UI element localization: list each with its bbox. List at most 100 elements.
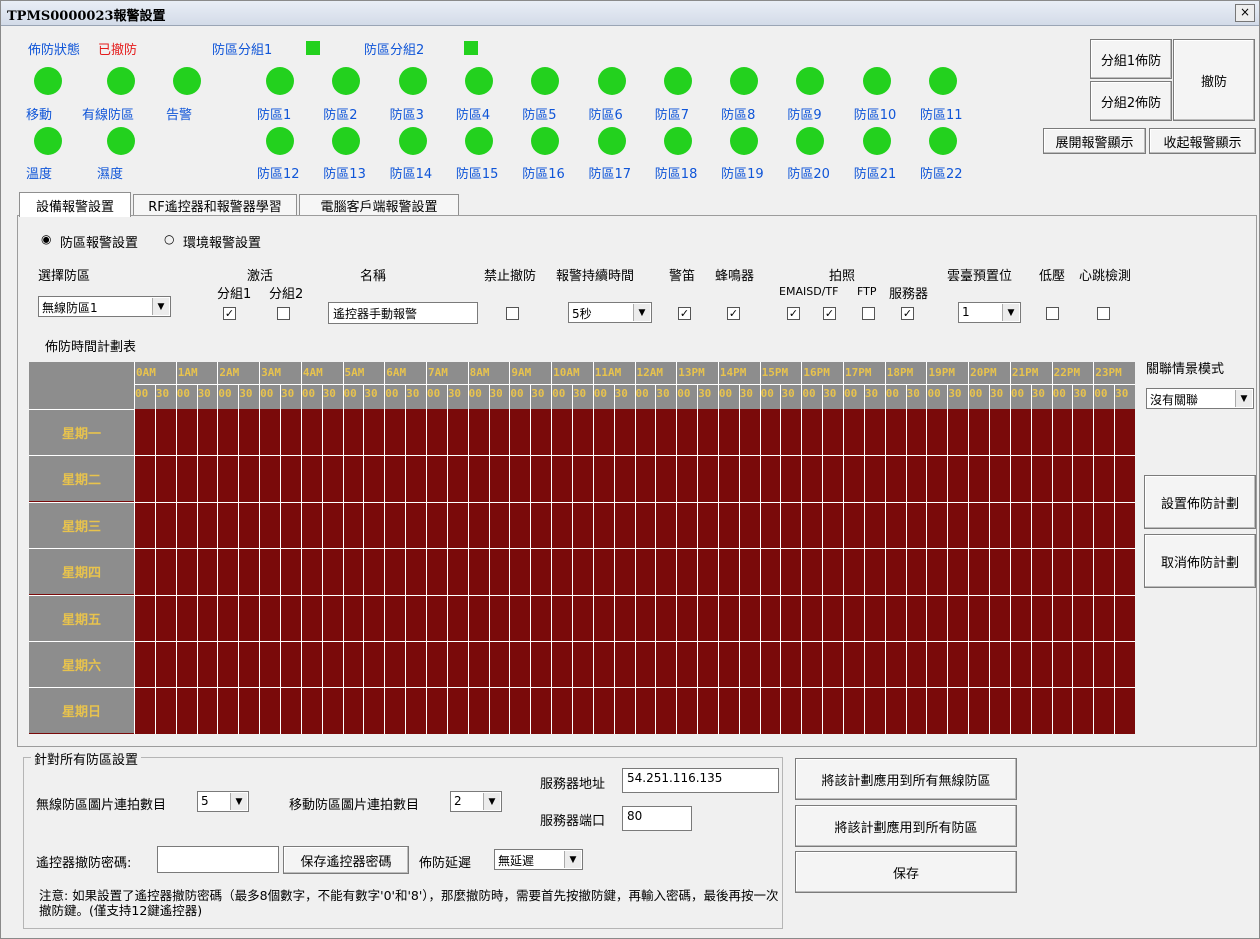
close-button[interactable]: × [1235, 4, 1255, 22]
header-col-line [217, 362, 219, 409]
schedule-header: 0AM 00 30 1AM 00 30 2AM 00 30 3AM 00 30 4AM 00 30 5AM 00… [29, 362, 1135, 409]
grid-col-line [196, 409, 198, 734]
env-alarm-radio[interactable]: ○ [164, 232, 174, 246]
save-remote-password-button[interactable]: 保存遙控器密碼 [283, 846, 409, 874]
collapse-alarm-display-button[interactable]: 收起報警顯示 [1149, 128, 1256, 154]
minute-label: 30 [823, 387, 837, 400]
minute-label: 30 [1073, 387, 1087, 400]
minute-label: 00 [1052, 387, 1066, 400]
save-button[interactable]: 保存 [795, 851, 1017, 893]
arm-status-label: 佈防狀態 [28, 43, 81, 58]
sd-tf-checkbox[interactable]: ✓ [823, 307, 836, 320]
low-voltage-checkbox[interactable] [1046, 307, 1059, 320]
group2-checkbox[interactable] [277, 307, 290, 320]
minute-label: 30 [739, 387, 754, 400]
header-col-line [175, 362, 177, 409]
scene-mode-select[interactable]: 沒有關聯 ▼ [1146, 388, 1254, 409]
server-address-input[interactable]: 54.251.116.135 [622, 768, 779, 793]
disarm-button[interactable]: 撤防 [1173, 39, 1255, 121]
header-col-line [968, 362, 970, 409]
zone-label: 防區18 [654, 167, 698, 182]
minute-label: 30 [406, 387, 420, 400]
grid-col-line [1072, 409, 1074, 734]
header-col-line [321, 384, 323, 409]
hour-label: 10AM [553, 366, 580, 379]
minute-label: 00 [593, 387, 608, 400]
arm-schedule-grid[interactable]: 0AM 00 30 1AM 00 30 2AM 00 30 3AM 00 30 4AM 00 30 5AM 00… [29, 362, 1135, 734]
buzzer-checkbox[interactable]: ✓ [727, 307, 740, 320]
header-col-line [467, 362, 469, 409]
grid-col-line [1030, 409, 1032, 734]
grid-col-line [1114, 409, 1116, 734]
zone-label: 防區22 [920, 167, 963, 182]
minute-label: 00 [468, 387, 482, 400]
grid-col-line [947, 409, 949, 734]
chevron-down-icon: ▼ [230, 793, 247, 810]
header-col-line [1072, 384, 1074, 409]
header-col-line [655, 384, 657, 409]
header-col-line [801, 362, 803, 409]
apply-all-wireless-zones-button[interactable]: 將該計劃應用到所有無線防區 [795, 758, 1017, 800]
minute-label: 30 [364, 387, 378, 400]
grid-col-line [968, 409, 970, 734]
siren-checkbox[interactable]: ✓ [678, 307, 691, 320]
wireless-burst-value: 5 [201, 794, 209, 808]
tab-pc-client-alarm[interactable]: 電腦客戶端報警設置 [299, 194, 459, 216]
hour-label: 14PM [719, 366, 747, 379]
group1-arm-button[interactable]: 分組1佈防 [1090, 39, 1172, 79]
scene-mode-label: 關聯情景模式 [1146, 362, 1225, 377]
siren-col-label: 警笛 [669, 269, 696, 284]
day-label: 星期一 [29, 409, 134, 455]
remote-password-input[interactable] [157, 846, 279, 873]
minute-label: 30 [948, 387, 962, 400]
server-port-input[interactable]: 80 [622, 806, 692, 831]
chevron-down-icon: ▼ [483, 793, 500, 810]
expand-alarm-display-button[interactable]: 展開報警顯示 [1043, 128, 1146, 154]
zone-label: 防區13 [323, 167, 366, 182]
header-col-line [822, 384, 824, 409]
duration-select[interactable]: 5秒 ▼ [568, 302, 652, 323]
zone-name-input[interactable]: 遙控器手動報警 [328, 302, 478, 324]
motion-burst-select[interactable]: 2 ▼ [450, 791, 502, 812]
chevron-down-icon: ▼ [633, 304, 650, 321]
arm-delay-select[interactable]: 無延遲 ▼ [494, 849, 583, 870]
no-disarm-checkbox[interactable] [506, 307, 519, 320]
tab-rf-remote-learning[interactable]: RF遙控器和報警器學習 [133, 194, 297, 216]
grid-col-line [780, 409, 782, 734]
heartbeat-checkbox[interactable] [1097, 307, 1110, 320]
hour-label: 20PM [970, 366, 997, 379]
minute-label: 00 [301, 387, 316, 400]
ftp-checkbox[interactable] [862, 307, 875, 320]
server-checkbox[interactable]: ✓ [901, 307, 914, 320]
zone-led [531, 67, 560, 95]
grid-col-line [321, 409, 323, 734]
grid-col-line [634, 409, 636, 734]
sensor-label: 告警 [166, 108, 193, 123]
header-col-line [259, 362, 261, 409]
grid-col-line [571, 409, 573, 734]
grid-col-line [1009, 409, 1011, 734]
zone-label: 防區14 [389, 167, 433, 182]
grid-col-line [905, 409, 907, 734]
zone-label: 防區8 [721, 108, 756, 123]
server-address-label: 服務器地址 [540, 777, 606, 792]
group2-arm-button[interactable]: 分組2佈防 [1090, 81, 1172, 121]
sensor-led [34, 67, 62, 95]
cancel-schedule-button[interactable]: 取消佈防計劃 [1144, 534, 1256, 588]
zone-alarm-radio[interactable]: ◉ [41, 232, 51, 246]
sensor-label: 濕度 [97, 167, 124, 182]
hour-label: 11AM [594, 366, 622, 379]
set-schedule-button[interactable]: 設置佈防計劃 [1144, 475, 1256, 529]
group1-checkbox[interactable]: ✓ [223, 307, 236, 320]
ptz-preset-select[interactable]: 1 ▼ [958, 302, 1021, 323]
email-checkbox[interactable]: ✓ [787, 307, 800, 320]
grid-col-line [238, 409, 240, 734]
tab-device-alarm[interactable]: 設備報警設置 [19, 192, 131, 217]
wireless-burst-select[interactable]: 5 ▼ [197, 791, 249, 812]
zone-label: 防區20 [787, 167, 830, 182]
hour-label: 1AM [177, 366, 198, 379]
apply-all-zones-button[interactable]: 將該計劃應用到所有防區 [795, 805, 1017, 847]
zone-led [796, 67, 825, 95]
zone-select[interactable]: 無線防區1 ▼ [38, 296, 171, 317]
zone-led [730, 67, 759, 95]
